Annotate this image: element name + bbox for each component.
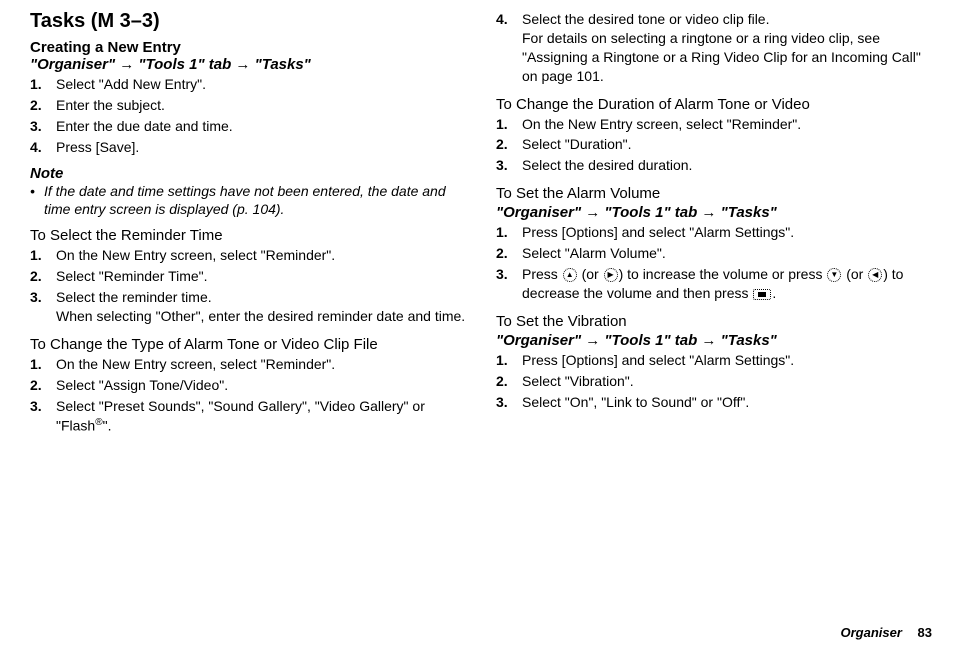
nav-down-icon: ▼: [827, 268, 841, 282]
step-item: 2.Enter the subject.: [30, 96, 466, 115]
page-footer: Organiser 83: [30, 625, 932, 640]
step-item: 3.Select the desired duration.: [496, 156, 932, 175]
step-item: 1.Press [Options] and select "Alarm Sett…: [496, 351, 932, 370]
footer-page-number: 83: [918, 625, 932, 640]
step-item: 3.Select "Preset Sounds", "Sound Gallery…: [30, 397, 466, 435]
nav-left-icon: ◀: [868, 268, 882, 282]
steps-change-tone: 1.On the New Entry screen, select "Remin…: [30, 355, 466, 437]
note-label: Note: [30, 165, 466, 182]
substep-note: For details on selecting a ringtone or a…: [522, 29, 932, 86]
step-item: 1.Press [Options] and select "Alarm Sett…: [496, 223, 932, 242]
nav-right-icon: ▶: [604, 268, 618, 282]
step-item: 1.On the New Entry screen, select "Remin…: [30, 355, 466, 374]
center-key-icon: [753, 289, 771, 300]
step-item: 3. Select the reminder time. When select…: [30, 288, 466, 326]
step-item: 4.Press [Save].: [30, 138, 466, 157]
steps-vibration: 1.Press [Options] and select "Alarm Sett…: [496, 351, 932, 414]
section-duration: To Change the Duration of Alarm Tone or …: [496, 96, 932, 113]
footer-section: Organiser: [840, 625, 901, 640]
left-column: Tasks (M 3–3) Creating a New Entry "Orga…: [30, 10, 466, 625]
step-item: 2.Select "Reminder Time".: [30, 267, 466, 286]
steps-step4-continued: 4. Select the desired tone or video clip…: [496, 10, 932, 88]
step-item: 2.Select "Assign Tone/Video".: [30, 376, 466, 395]
step-item: 3.Select "On", "Link to Sound" or "Off".: [496, 393, 932, 412]
nav-up-icon: ▲: [563, 268, 577, 282]
nav-path-3: "Organiser" → "Tools 1" tab → "Tasks": [496, 332, 932, 349]
step-item: 1.On the New Entry screen, select "Remin…: [496, 115, 932, 134]
section-vibration: To Set the Vibration: [496, 313, 932, 330]
right-column: 4. Select the desired tone or video clip…: [496, 10, 932, 625]
section-change-tone: To Change the Type of Alarm Tone or Vide…: [30, 336, 466, 353]
page-title: Tasks (M 3–3): [30, 10, 466, 33]
steps-duration: 1.On the New Entry screen, select "Remin…: [496, 115, 932, 178]
step-item: 3. Press ▲ (or ▶) to increase the volume…: [496, 265, 932, 303]
step-item: 2.Select "Vibration".: [496, 372, 932, 391]
step-item: 3.Enter the due date and time.: [30, 117, 466, 136]
substep-note: When selecting "Other", enter the desire…: [56, 307, 466, 326]
section-alarm-volume: To Set the Alarm Volume: [496, 185, 932, 202]
section-reminder-time: To Select the Reminder Time: [30, 227, 466, 244]
step-item: 1.On the New Entry screen, select "Remin…: [30, 246, 466, 265]
nav-path-2: "Organiser" → "Tools 1" tab → "Tasks": [496, 204, 932, 221]
step-item: 2.Select "Duration".: [496, 135, 932, 154]
steps-reminder-time: 1.On the New Entry screen, select "Remin…: [30, 246, 466, 328]
step-item: 4. Select the desired tone or video clip…: [496, 10, 932, 86]
note-item: • If the date and time settings have not…: [30, 182, 466, 220]
steps-alarm-volume: 1.Press [Options] and select "Alarm Sett…: [496, 223, 932, 305]
subheading-creating: Creating a New Entry: [30, 39, 466, 56]
steps-creating: 1.Select "Add New Entry". 2.Enter the su…: [30, 75, 466, 159]
nav-path-1: "Organiser" → "Tools 1" tab → "Tasks": [30, 56, 466, 73]
step-item: 1.Select "Add New Entry".: [30, 75, 466, 94]
step-item: 2.Select "Alarm Volume".: [496, 244, 932, 263]
